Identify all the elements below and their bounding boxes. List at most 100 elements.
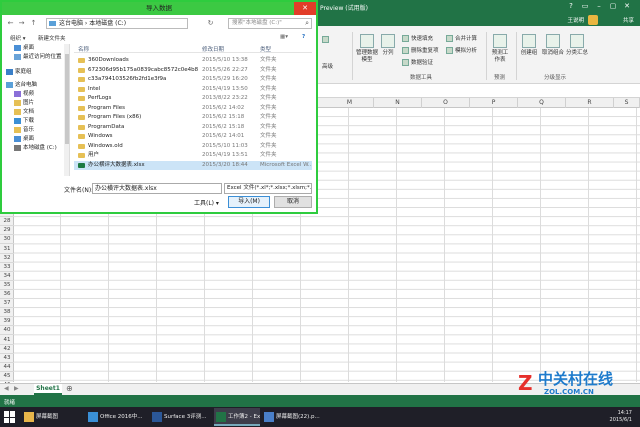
taskbar-item[interactable]: Surface 3评测...	[150, 408, 212, 426]
column-name-header[interactable]: 名称	[78, 45, 89, 53]
avatar[interactable]	[588, 15, 598, 25]
dialog-close-button[interactable]: ✕	[294, 2, 316, 15]
flash-fill-button[interactable]: 快速填充	[402, 34, 433, 42]
sheet-nav-prev-icon[interactable]: ◀	[4, 385, 9, 392]
nav-item[interactable]: 这台电脑	[6, 81, 37, 90]
row-header[interactable]: 38	[0, 308, 14, 318]
advanced-filter-button[interactable]: 高级	[322, 62, 333, 70]
sheet-nav-next-icon[interactable]: ▶	[14, 385, 19, 392]
breadcrumb-item[interactable]: 本地磁盘 (C:)	[89, 20, 126, 27]
nav-item[interactable]: 下载	[14, 117, 34, 126]
ungroup-button[interactable]: 取消组合	[542, 34, 564, 57]
column-date-header[interactable]: 修改日期	[202, 45, 224, 53]
file-row[interactable]: 办公横评大数据表.xlsx 2015/3/20 18:44 Microsoft Ex…	[74, 160, 312, 170]
column-type-header[interactable]: 类型	[260, 45, 271, 53]
row-header[interactable]: 34	[0, 272, 14, 281]
subtotal-button[interactable]: 分类汇总	[566, 34, 588, 57]
ribbon-display-icon[interactable]: ▭	[580, 2, 590, 11]
search-input[interactable]: 搜索"本地磁盘 (C:)" ⌕	[228, 18, 312, 29]
row-header[interactable]: 39	[0, 317, 14, 327]
refresh-icon[interactable]: ↻	[206, 19, 215, 28]
breadcrumb[interactable]: 这台电脑 › 本地磁盘 (C:)	[46, 18, 188, 29]
maximize-icon[interactable]: ▢	[608, 2, 618, 11]
column-header[interactable]: R	[566, 98, 614, 108]
row-header[interactable]: 36	[0, 290, 14, 300]
nav-item[interactable]: 家庭组	[6, 68, 32, 77]
column-header[interactable]: N	[374, 98, 422, 108]
file-row[interactable]: c33a794103526fb2fd1e3f9a 2015/5/29 16:20 文…	[74, 75, 312, 84]
start-button[interactable]	[4, 411, 16, 423]
import-button[interactable]: 导入(M)	[228, 196, 270, 208]
file-row[interactable]: 360Downloads 2015/5/10 13:38 文件夹	[74, 56, 312, 65]
nav-item[interactable]: 桌面	[14, 44, 34, 53]
row-header[interactable]: 32	[0, 254, 14, 263]
breadcrumb-item[interactable]: 这台电脑	[59, 20, 83, 27]
minimize-icon[interactable]: –	[594, 2, 604, 11]
text-to-columns-button[interactable]: 分列	[380, 34, 396, 57]
what-if-button[interactable]: 模拟分析	[446, 46, 477, 54]
add-sheet-icon[interactable]: ⊕	[66, 384, 73, 393]
column-header[interactable]: Q	[518, 98, 566, 108]
file-row[interactable]: Program Files (x86) 2015/6/2 15:18 文件夹	[74, 113, 312, 122]
column-header[interactable]: M	[326, 98, 374, 108]
nav-item[interactable]: 图片	[14, 99, 34, 108]
user-name[interactable]: 王说明	[567, 16, 584, 24]
row-header[interactable]: 43	[0, 354, 14, 363]
row-header[interactable]: 40	[0, 326, 14, 336]
tools-dropdown[interactable]: 工具(L) ▾	[194, 198, 219, 207]
filename-input[interactable]: 办公横评大数据表.xlsx	[92, 183, 222, 194]
help-icon[interactable]: ?	[302, 34, 305, 40]
row-header[interactable]: 42	[0, 345, 14, 354]
nav-item[interactable]: 桌面	[14, 135, 34, 144]
nav-item[interactable]: 音乐	[14, 126, 34, 135]
consolidate-button[interactable]: 合并计算	[446, 34, 477, 42]
row-header[interactable]: 44	[0, 363, 14, 372]
row-header[interactable]: 28	[0, 217, 14, 227]
nav-scrollbar[interactable]	[64, 44, 69, 176]
nav-item[interactable]: 视频	[14, 90, 34, 99]
row-header[interactable]: 33	[0, 263, 14, 272]
column-header[interactable]: P	[470, 98, 518, 108]
filetype-select[interactable]: Excel 文件(*.xl*;*.xlsx;*.xlsm;*.xl	[224, 183, 312, 194]
nav-item[interactable]: 最近访问的位置	[14, 53, 62, 62]
column-header[interactable]: O	[422, 98, 470, 108]
column-header[interactable]: S	[614, 98, 640, 108]
view-options-icon[interactable]: ▦▾	[280, 34, 288, 40]
forecast-sheet-button[interactable]: 预测工作表	[490, 34, 510, 64]
file-row[interactable]: 672306d95b175a0839cabc8572c0e4b8 2015/5/2…	[74, 66, 312, 75]
file-row[interactable]: PerfLogs 2013/8/22 23:22 文件夹	[74, 94, 312, 103]
row-header[interactable]: 30	[0, 235, 14, 245]
row-header[interactable]: 37	[0, 299, 14, 309]
row-header[interactable]: 45	[0, 372, 14, 381]
remove-duplicates-button[interactable]: 删除重复项	[402, 46, 439, 54]
help-icon[interactable]: ?	[566, 2, 576, 11]
close-icon[interactable]: ✕	[622, 2, 632, 11]
manage-data-model-button[interactable]: 管理数据模型	[356, 34, 378, 64]
taskbar-item[interactable]: 工作簿2 - Exce...	[214, 408, 260, 426]
file-row[interactable]: Windows.old 2015/5/10 11:03 文件夹	[74, 142, 312, 151]
row-header[interactable]: 35	[0, 281, 14, 290]
new-folder-button[interactable]: 新建文件夹	[38, 34, 66, 42]
clock[interactable]: 14:17 2015/6/1	[610, 410, 632, 424]
file-row[interactable]: Intel 2015/4/19 13:50 文件夹	[74, 85, 312, 94]
row-header[interactable]: 31	[0, 245, 14, 254]
back-icon[interactable]: ←	[6, 19, 15, 28]
taskbar-item[interactable]: 屏幕截图	[22, 408, 84, 426]
row-header[interactable]: 29	[0, 226, 14, 236]
organize-button[interactable]: 组织 ▾	[10, 34, 26, 42]
nav-item[interactable]: 文档	[14, 108, 34, 117]
file-row[interactable]: ProgramData 2015/6/2 15:18 文件夹	[74, 123, 312, 132]
nav-item[interactable]: 本地磁盘 (C:)	[14, 144, 57, 153]
taskbar-item[interactable]: Office 2016中...	[86, 408, 148, 426]
taskbar-item[interactable]: 屏幕截图(22).p...	[262, 408, 328, 426]
ribbon-small-icon[interactable]	[322, 36, 331, 43]
data-validation-button[interactable]: 数据验证	[402, 58, 433, 66]
file-row[interactable]: 用户 2015/4/19 13:51 文件夹	[74, 151, 312, 160]
sheet-tab-sheet1[interactable]: Sheet1	[34, 384, 62, 395]
file-row[interactable]: Program Files 2015/6/2 14:02 文件夹	[74, 104, 312, 113]
cancel-button[interactable]: 取消	[274, 196, 312, 208]
up-icon[interactable]: ↑	[29, 19, 38, 28]
forward-icon[interactable]: →	[17, 19, 26, 28]
group-button[interactable]: 创建组	[518, 34, 540, 57]
file-row[interactable]: Windows 2015/6/2 14:01 文件夹	[74, 132, 312, 141]
